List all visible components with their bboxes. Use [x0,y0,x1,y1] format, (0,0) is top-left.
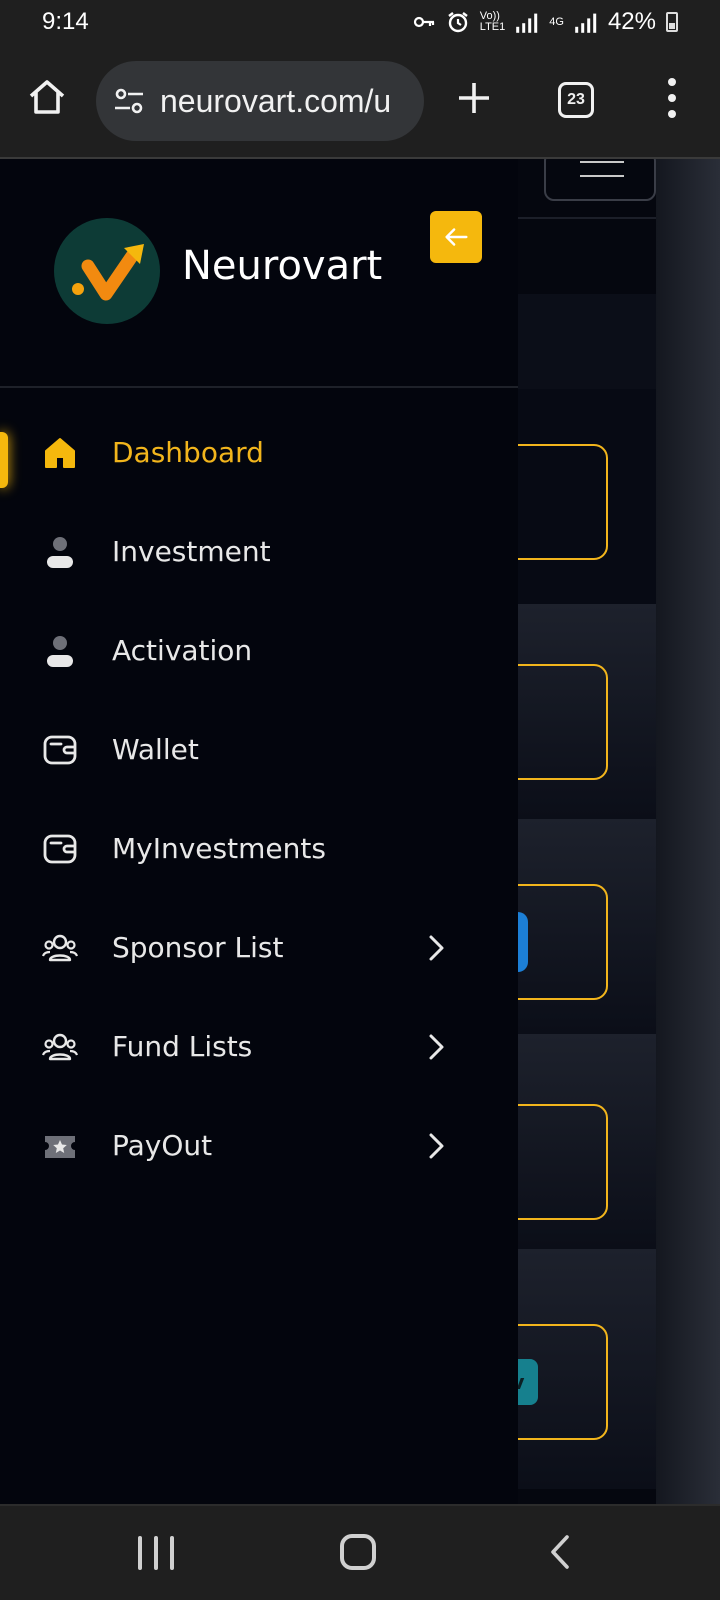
sidebar-item-label: Dashboard [112,436,264,469]
sidebar-item-activation[interactable]: Activation [0,601,518,700]
alarm-icon [448,12,468,33]
back-icon[interactable] [548,1534,572,1570]
home-icon [45,437,75,468]
system-navigation-bar [0,1504,720,1600]
sidebar-item-label: Wallet [112,733,199,766]
chevron-right-icon [429,1034,444,1059]
sidebar-item-label: Sponsor List [112,931,284,964]
sidebar-item-label: MyInvestments [112,832,326,865]
brand-logo [54,218,160,324]
more-icon[interactable] [660,78,684,118]
home-icon[interactable] [26,76,68,118]
sidebar-item-label: PayOut [112,1129,213,1162]
sidebar-divider [0,386,518,388]
logo-mark-icon [72,244,144,301]
chevron-right-icon [429,935,444,960]
collapse-sidebar-button[interactable] [430,211,482,263]
signal-icon [575,13,597,33]
sidebar-item-investment[interactable]: Investment [0,502,518,601]
site-settings-icon[interactable] [112,84,146,118]
sidebar-item-label: Investment [112,535,271,568]
sidebar-item-label: Fund Lists [112,1030,253,1063]
new-tab-icon[interactable] [456,80,492,116]
home-button-icon[interactable] [340,1534,376,1570]
active-indicator [0,432,8,488]
user-icon [47,635,73,667]
recent-apps-icon[interactable] [138,1536,174,1570]
hamburger-menu-button[interactable] [544,159,656,201]
sidebar-item-payout[interactable]: PayOut [0,1096,518,1195]
url-text[interactable]: neurovart.com/u [160,83,391,120]
status-icons: Vo)) LTE1 4G 42% [412,8,678,36]
battery-icon [666,12,678,32]
wallet-icon [43,735,77,764]
sidebar-item-label: Activation [112,634,253,667]
battery-percent: 42% [607,8,656,35]
sidebar-nav: Dashboard Investment Activation Wallet M… [0,403,518,1195]
chevron-right-icon [429,1133,444,1158]
sidebar-item-sponsor-list[interactable]: Sponsor List [0,898,518,997]
arrow-left-icon [445,228,468,246]
tabs-icon[interactable]: 23 [558,82,594,118]
content-panel [518,294,656,389]
sidebar-item-fund-lists[interactable]: Fund Lists [0,997,518,1096]
ticket-star-icon [45,1135,75,1158]
user-icon [47,536,73,568]
sidebar-item-wallet[interactable]: Wallet [0,700,518,799]
status-bar: 9:14 Vo)) LTE1 4G 42% [0,0,720,44]
sidebar-item-myinvestments[interactable]: MyInvestments [0,799,518,898]
sidebar-item-dashboard[interactable]: Dashboard [0,403,518,502]
sidebar-drawer: Neurovart Dashboard Investment Activatio… [0,159,518,1504]
key-icon [413,16,434,28]
volte-label: Vo)) LTE1 [479,10,506,33]
users-icon [42,934,78,961]
address-bar[interactable]: neurovart.com/u [96,61,424,141]
network-4g-label: 4G [549,15,564,28]
signal-icon [516,13,538,33]
browser-toolbar: neurovart.com/u 23 [0,44,720,158]
wallet-icon [43,834,77,863]
users-icon [42,1033,78,1060]
status-time: 9:14 [42,8,89,35]
brand-name: Neurovart [182,243,383,289]
scroll-shadow [656,159,720,1504]
